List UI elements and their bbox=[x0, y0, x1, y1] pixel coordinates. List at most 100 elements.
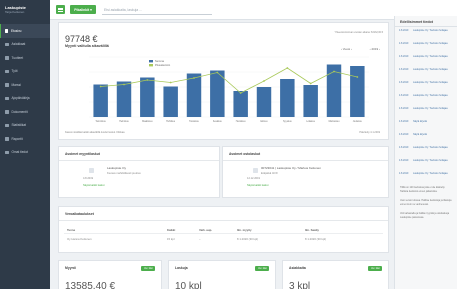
sidebar-item-label: Työt bbox=[11, 69, 18, 74]
tax-schedule-card: Veroaikataulukset Tunne Kaikki Vaih. aup… bbox=[58, 206, 389, 253]
line-point bbox=[309, 82, 312, 85]
bar bbox=[186, 73, 202, 117]
column-header: Ilm. Saatty bbox=[305, 228, 319, 232]
user-name[interactable]: Tarja Kettunen bbox=[5, 10, 46, 14]
event-item[interactable]: 4.8.2019 Laskupiste Oy: Tiedosto hoitajaa bbox=[395, 66, 457, 79]
table-cell: – bbox=[199, 237, 201, 241]
event-text: Laskupiste Oy: Tiedosto hoitajaa bbox=[413, 28, 448, 32]
sidebar-item-7[interactable]: Statistiikat bbox=[0, 119, 50, 133]
sidebar-item-label: Tuotteet bbox=[11, 55, 24, 60]
event-item[interactable]: 4.8.2019 Näytä kirjeitä bbox=[395, 118, 457, 131]
open-sales-invoices-card: Avoimet myyntilaskut Laskupiste Oy Kuvau… bbox=[58, 146, 220, 198]
sidebar-item-2[interactable]: Tuotteet bbox=[0, 51, 50, 65]
event-date: 4.8.2019 bbox=[399, 93, 409, 97]
event-text: Laskupiste Oy: Tiedosto hoitajaa bbox=[413, 158, 448, 162]
invoice-desc: Kuvaus mahdollisesti puuttuu bbox=[107, 172, 141, 175]
event-item[interactable]: 4.8.2019 Laskupiste Oy: Tiedosto hoitajaa bbox=[395, 170, 457, 183]
table-cell: 8 1.2020 (30 kpl) bbox=[305, 237, 326, 241]
event-item[interactable]: 4.8.2019 Laskupiste Oy: Tiedosto hoitajaa bbox=[395, 92, 457, 105]
event-item[interactable]: 4.8.2019 Laskupiste Oy: Tiedosto hoitajaa bbox=[395, 157, 457, 170]
column-header: Vaih. aup. bbox=[199, 228, 213, 232]
stat-badge[interactable]: Ver. tilat bbox=[141, 266, 155, 271]
stat-title: Asiakkaita bbox=[289, 266, 306, 270]
sidebar-item-3[interactable]: Työt bbox=[0, 65, 50, 79]
event-date: 4.8.2019 bbox=[399, 171, 409, 175]
chart-icon bbox=[5, 123, 9, 127]
event-text: Laskupiste Oy: Tiedosto hoitajaa bbox=[413, 80, 448, 84]
event-text: Laskupiste Oy: Tiedosto hoitajaa bbox=[413, 67, 448, 71]
sidebar-item-8[interactable]: Raportit bbox=[0, 132, 50, 146]
event-text: Laskupiste Oy: Tiedosto hoitajaa bbox=[413, 93, 448, 97]
sidebar-item-label: Ajopäiväkirja bbox=[11, 96, 30, 101]
panel-note: Voit tarkastella ja hallita myyntiä ja o… bbox=[400, 212, 450, 219]
stat-badge[interactable]: Ver. tilat bbox=[255, 266, 269, 271]
event-item[interactable]: 4.8.2019 Laskupiste Oy: Tiedosto hoitajaa bbox=[395, 144, 457, 157]
event-item[interactable]: 4.8.2019 Laskupiste Oy: Tiedosto hoitajaa bbox=[395, 79, 457, 92]
bar bbox=[116, 81, 132, 117]
table-cell: 8 1.2020 (30 kpl) bbox=[237, 237, 258, 241]
line-point bbox=[146, 79, 149, 81]
sales-chart-card: Yhteensä kuluvan vuoden aikana: 63132,00… bbox=[58, 22, 389, 140]
report-icon bbox=[5, 137, 9, 141]
line-point bbox=[216, 71, 219, 74]
event-item[interactable]: 4.8.2019 Laskupiste Oy: Tiedosto hoitajaa bbox=[395, 27, 457, 40]
invoice-customer[interactable]: Laskupiste Oy bbox=[107, 166, 126, 170]
show-all-invoices-link[interactable]: Näytä kaikki laskut bbox=[83, 184, 104, 187]
x-tick-label: Helmikuu bbox=[119, 121, 129, 123]
panel-note: Uusi versio tulossa. Hallitse tiedostoja… bbox=[400, 199, 452, 206]
sidebar-item-label: Statistiikat bbox=[11, 123, 27, 128]
sidebar-item-6[interactable]: Dokumentit bbox=[0, 105, 50, 119]
quick-links-button[interactable]: Pikalinkit ▾ bbox=[70, 5, 96, 14]
purchase-supplier[interactable]: 00723041 | Laskupiste Oy / Markus Kettun… bbox=[261, 166, 321, 170]
sidebar: Laskupiste Tarja Kettunen Etusivu Asiakka… bbox=[0, 0, 50, 289]
stat-badge[interactable]: Ver. tilat bbox=[368, 266, 382, 271]
bar bbox=[350, 66, 365, 117]
sidebar-item-1[interactable]: Asiakkaat bbox=[0, 38, 50, 52]
show-all-purchases-link[interactable]: Näytä kaikki laskut bbox=[247, 184, 268, 187]
profile-icon bbox=[5, 150, 9, 154]
bar bbox=[93, 84, 108, 117]
company-brand: Laskupiste Tarja Kettunen bbox=[0, 0, 50, 24]
home-icon bbox=[4, 29, 8, 33]
event-date: 4.8.2019 bbox=[399, 67, 409, 71]
stat-value: 13585,40 € bbox=[65, 281, 116, 289]
sidebar-item-4[interactable]: Marssi bbox=[0, 78, 50, 92]
sidebar-item-label: Asiakkaat bbox=[11, 42, 26, 47]
stat-value: 3 kpl bbox=[289, 281, 311, 289]
column-header: Kaikki bbox=[167, 228, 176, 232]
x-tick-label: Kesäkuu bbox=[213, 121, 223, 123]
event-item[interactable]: 4.8.2019 Laskupiste Oy: Tiedosto hoitajaa bbox=[395, 105, 457, 118]
legend-swatch bbox=[149, 64, 153, 67]
bar bbox=[163, 86, 178, 117]
flag-icon bbox=[5, 83, 9, 87]
event-text: Laskupiste Oy: Tiedosto hoitajaa bbox=[413, 41, 448, 45]
bar bbox=[303, 85, 318, 117]
legend-swatch bbox=[149, 60, 153, 63]
menu-toggle-button[interactable] bbox=[56, 5, 65, 14]
x-tick-label: Toukokuu bbox=[189, 121, 200, 123]
event-item[interactable]: 4.8.2019 Näytä kirjeitä bbox=[395, 131, 457, 144]
legend-label: Pituuskerroin bbox=[155, 63, 171, 67]
recent-events-panel: Edellisimmet tiedot 4.8.2019 Laskupiste O… bbox=[394, 16, 457, 289]
sidebar-item-label: Omat tiedot bbox=[11, 150, 28, 155]
event-item[interactable]: 4.8.2019 Laskupiste Oy: Tiedosto hoitajaa bbox=[395, 40, 457, 53]
x-tick-label: Elokuu bbox=[260, 121, 268, 123]
x-tick-label: Lokakuu bbox=[306, 121, 315, 123]
sidebar-item-5[interactable]: Ajopäiväkirja bbox=[0, 92, 50, 106]
sidebar-item-9[interactable]: Omat tiedot bbox=[0, 146, 50, 160]
event-item[interactable]: 4.8.2019 Laskupiste Oy: Tiedosto hoitajaa bbox=[395, 53, 457, 66]
chart-updated: Päivitetty 4.1.2019 bbox=[359, 131, 380, 134]
document-icon bbox=[5, 110, 9, 114]
search-input[interactable]: Etsi asiakkaita, laskuja ... bbox=[102, 5, 212, 15]
sidebar-item-0[interactable]: Etusivu bbox=[0, 24, 50, 38]
legend-label: Summa bbox=[155, 59, 164, 63]
document-icon bbox=[253, 168, 258, 173]
x-tick-label: Joulukuu bbox=[353, 121, 363, 123]
panel-note: Tililtä on 120 tiedostoa joita ei ole kä… bbox=[400, 186, 446, 193]
purchase-date: 12.12.2019 bbox=[247, 177, 260, 180]
event-date: 4.8.2019 bbox=[399, 132, 409, 136]
document-icon bbox=[89, 168, 94, 173]
line-point bbox=[99, 85, 102, 88]
event-date: 4.8.2019 bbox=[399, 158, 409, 162]
table-cell[interactable]: Oy Hanna Kettunen bbox=[67, 237, 92, 241]
